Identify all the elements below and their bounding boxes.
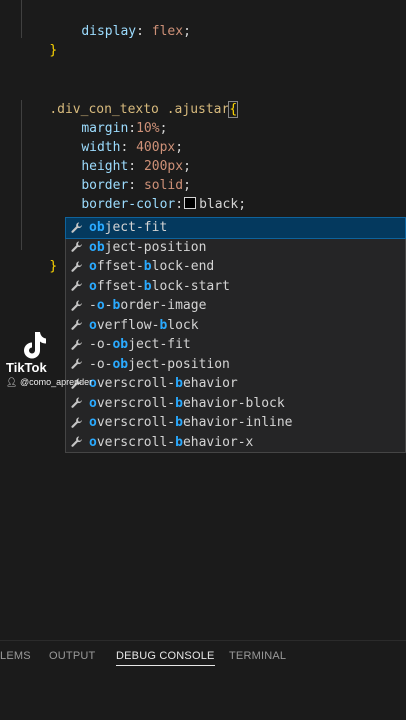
suggestion-item[interactable]: object-fit xyxy=(65,217,406,239)
suggestion-item[interactable]: object-position xyxy=(66,238,405,258)
suggestion-item[interactable]: -o-object-fit xyxy=(66,335,405,355)
tiktok-logo-icon xyxy=(24,332,46,359)
suggestion-label: overflow-block xyxy=(89,317,199,333)
suggestion-item[interactable]: overscroll-behavior xyxy=(66,374,405,394)
tab-terminal[interactable]: TERMINAL xyxy=(229,650,286,662)
wrench-icon xyxy=(69,415,85,431)
code-line[interactable]: margin:10%; xyxy=(18,100,167,136)
suggestion-label: overscroll-behavior xyxy=(89,376,238,391)
wrench-icon xyxy=(69,259,85,275)
code-line[interactable]: .div_con_texto .ajustar{ xyxy=(18,81,239,118)
suggestion-label: -o-border-image xyxy=(89,298,207,313)
css-value: black xyxy=(199,197,239,212)
suggestion-label: object-position xyxy=(89,239,207,255)
suggestion-label: -o-object-fit xyxy=(89,337,191,352)
code-line[interactable]: } xyxy=(18,22,57,58)
tiktok-username: 👤︎ @como_aprender xyxy=(6,377,93,387)
code-line[interactable]: } xyxy=(18,238,57,274)
wrench-icon xyxy=(69,317,85,333)
suggestion-label: object-fit xyxy=(89,220,168,235)
suggestion-label: -o-object-position xyxy=(89,356,230,372)
suggestion-label: overscroll-behavior-inline xyxy=(89,415,293,430)
panel-tab-bar: LEMS OUTPUT DEBUG CONSOLE TERMINAL xyxy=(0,640,406,673)
wrench-icon xyxy=(69,434,85,450)
wrench-icon xyxy=(69,278,85,294)
wrench-icon xyxy=(69,356,85,372)
tab-problems[interactable]: LEMS xyxy=(0,650,31,662)
code-line[interactable]: border-color: black; xyxy=(18,176,246,212)
close-brace: } xyxy=(49,259,58,274)
suggestion-item[interactable]: offset-block-start xyxy=(66,277,405,297)
tiktok-brand: TikTok xyxy=(6,360,47,375)
suggestion-label: offset-block-start xyxy=(89,278,230,294)
code-line[interactable]: border: solid; xyxy=(18,157,191,193)
user-icon: 👤︎ xyxy=(6,377,18,387)
suggestion-item[interactable]: overscroll-behavior-block xyxy=(66,394,405,414)
suggestion-item[interactable]: overflow-block xyxy=(66,316,405,336)
wrench-icon xyxy=(69,239,85,255)
css-value: flex xyxy=(151,24,184,39)
code-editor[interactable]: display: flex; } .div_con_texto .ajustar… xyxy=(0,0,406,620)
code-line[interactable]: display: flex; xyxy=(18,3,191,39)
code-line[interactable]: height: 200px; xyxy=(18,138,191,174)
tab-output[interactable]: OUTPUT xyxy=(49,650,95,662)
wrench-icon xyxy=(69,298,85,314)
autocomplete-list[interactable]: object-fit object-position offset-block-en… xyxy=(65,217,406,453)
color-swatch-icon[interactable] xyxy=(184,197,197,209)
suggestion-item[interactable]: offset-block-end xyxy=(66,257,405,277)
wrench-icon xyxy=(69,220,85,236)
suggestion-item[interactable]: -o-object-position xyxy=(66,355,405,375)
tab-debug-console[interactable]: DEBUG CONSOLE xyxy=(116,650,215,666)
suggestion-item[interactable]: overscroll-behavior-x xyxy=(66,433,405,453)
wrench-icon xyxy=(69,337,85,353)
open-brace: { xyxy=(228,101,239,118)
suggestion-label: overscroll-behavior-block xyxy=(89,395,285,411)
suggestion-label: offset-block-end xyxy=(89,259,215,274)
code-line-cursor[interactable]: ob xyxy=(18,197,97,233)
suggestion-item[interactable]: -o-border-image xyxy=(66,296,405,316)
code-line[interactable]: width: 400px; xyxy=(18,119,183,155)
wrench-icon xyxy=(69,395,85,411)
css-property: display xyxy=(81,24,137,39)
close-brace: } xyxy=(49,43,58,58)
suggestion-label: overscroll-behavior-x xyxy=(89,434,254,450)
suggestion-item[interactable]: overscroll-behavior-inline xyxy=(66,413,405,433)
